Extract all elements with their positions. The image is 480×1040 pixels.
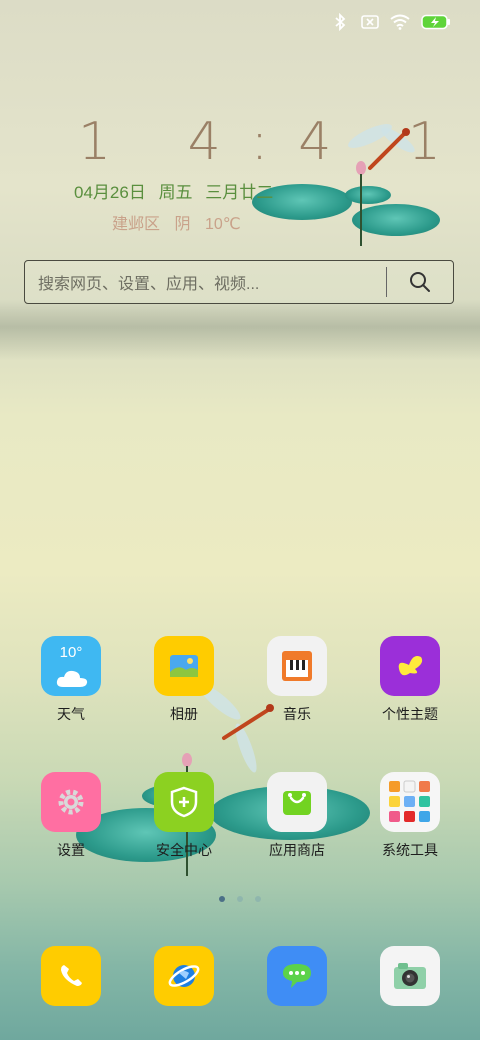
wallpaper-lotus-stem-icon	[356, 161, 366, 246]
dock-browser[interactable]	[139, 946, 229, 1006]
security-shield-icon	[154, 772, 214, 832]
app-store[interactable]: 应用商店	[252, 772, 342, 860]
theme-icon	[380, 636, 440, 696]
app-themes[interactable]: 个性主题	[365, 636, 455, 724]
search-input[interactable]: 搜索网页、设置、应用、视频...	[25, 270, 386, 294]
page-dot-2[interactable]	[237, 896, 243, 902]
wallpaper-lily-pad	[345, 186, 391, 204]
dock-messages[interactable]	[252, 946, 342, 1006]
app-label: 天气	[57, 706, 85, 722]
app-gallery[interactable]: 相册	[139, 636, 229, 724]
wifi-icon	[390, 12, 410, 32]
clock-weekday: 周五	[158, 183, 193, 202]
clock-date: 04月26日	[74, 183, 146, 202]
weather-condition: 阴	[174, 216, 191, 233]
app-label: 音乐	[283, 706, 311, 722]
app-weather[interactable]: 10° 天气	[26, 636, 116, 724]
page-indicator	[0, 896, 480, 902]
weather-line[interactable]: 建邺区 阴 10℃	[112, 210, 251, 234]
page-dot-3[interactable]	[255, 896, 261, 902]
phone-icon	[41, 946, 101, 1006]
app-security-center[interactable]: 安全中心	[139, 772, 229, 860]
settings-gear-icon	[41, 772, 101, 832]
clock-time[interactable]: 1 4:4 1	[78, 112, 471, 172]
weather-icon: 10°	[41, 636, 101, 696]
camera-icon	[380, 946, 440, 1006]
weather-icon-temp: 10°	[59, 644, 83, 661]
search-button[interactable]	[387, 260, 453, 304]
bluetooth-icon	[330, 12, 350, 32]
clock-date-line[interactable]: 04月26日 周五 三月廿二	[74, 178, 281, 203]
no-sim-icon	[360, 12, 380, 32]
messages-icon	[267, 946, 327, 1006]
search-bar[interactable]: 搜索网页、设置、应用、视频...	[24, 260, 454, 304]
clock-lunar-date: 三月廿二	[205, 183, 274, 202]
dock-camera[interactable]	[365, 946, 455, 1006]
app-label: 相册	[170, 706, 198, 722]
app-label: 个性主题	[382, 706, 438, 722]
battery-charging-icon	[420, 12, 452, 32]
app-label: 安全中心	[156, 842, 212, 858]
weather-location: 建邺区	[112, 216, 161, 233]
music-icon	[267, 636, 327, 696]
dock-phone[interactable]	[26, 946, 116, 1006]
app-label: 应用商店	[269, 842, 325, 858]
app-label: 系统工具	[382, 842, 438, 858]
wallpaper-horizon	[0, 300, 480, 360]
app-system-tools-folder[interactable]: 系统工具	[365, 772, 455, 860]
gallery-icon	[154, 636, 214, 696]
app-settings[interactable]: 设置	[26, 772, 116, 860]
app-label: 设置	[57, 842, 85, 858]
browser-icon	[154, 946, 214, 1006]
weather-temperature: 10℃	[204, 216, 241, 233]
app-music[interactable]: 音乐	[252, 636, 342, 724]
search-icon	[410, 272, 430, 292]
app-store-icon	[267, 772, 327, 832]
system-tools-folder-icon	[380, 772, 440, 832]
status-bar	[330, 8, 452, 36]
page-dot-1[interactable]	[219, 896, 225, 902]
